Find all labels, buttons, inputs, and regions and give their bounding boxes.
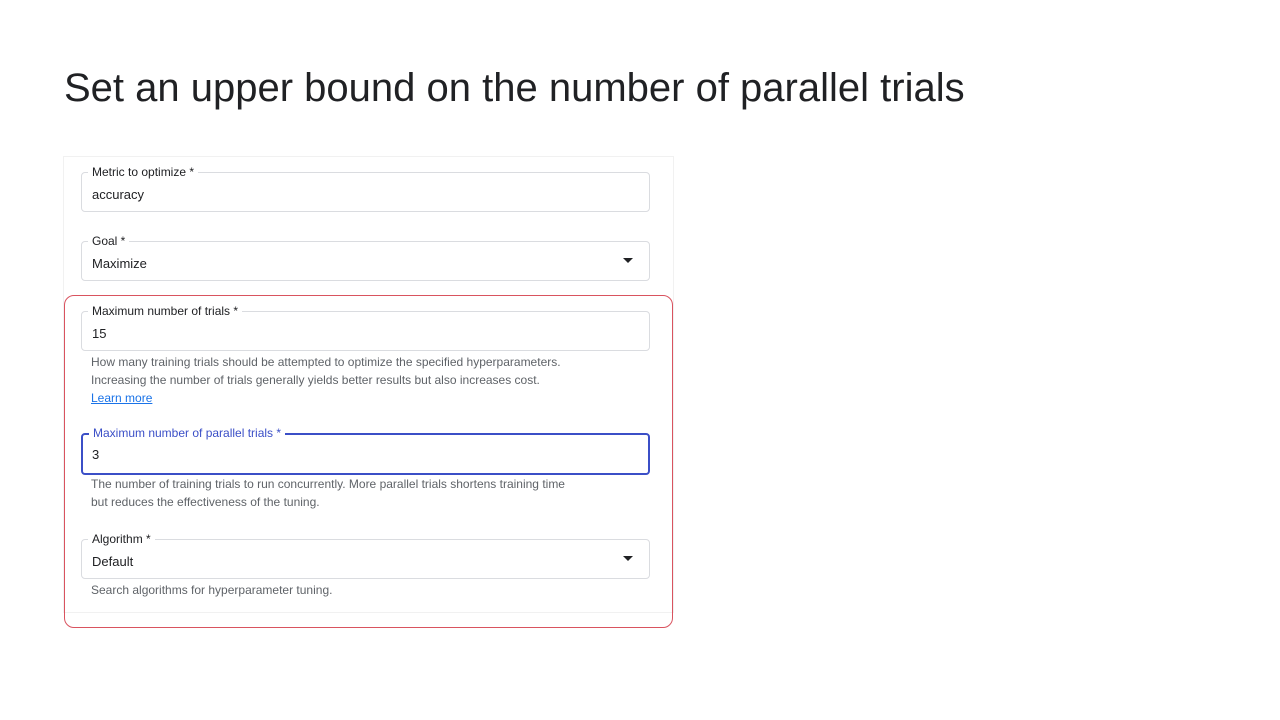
max-trials-help-1: How many training trials should be attem… bbox=[91, 355, 561, 369]
algorithm-help: Search algorithms for hyperparameter tun… bbox=[91, 583, 333, 597]
parallel-trials-field[interactable]: Maximum number of parallel trials * 3 bbox=[81, 426, 650, 475]
goal-value: Maximize bbox=[92, 256, 147, 271]
parallel-trials-value: 3 bbox=[92, 447, 100, 462]
algorithm-value: Default bbox=[92, 554, 134, 569]
goal-label: Goal * bbox=[88, 234, 130, 248]
max-trials-label: Maximum number of trials * bbox=[88, 304, 243, 318]
parallel-help-2: but reduces the effectiveness of the tun… bbox=[91, 495, 320, 509]
metric-value: accuracy bbox=[92, 187, 145, 202]
parallel-trials-label: Maximum number of parallel trials * bbox=[89, 426, 286, 440]
metric-label: Metric to optimize * bbox=[88, 165, 199, 179]
algorithm-select[interactable]: Algorithm * Default bbox=[81, 532, 650, 579]
max-trials-field[interactable]: Maximum number of trials * 15 bbox=[81, 304, 650, 351]
slide-title: Set an upper bound on the number of para… bbox=[64, 66, 965, 110]
max-trials-help-2: Increasing the number of trials generall… bbox=[91, 373, 540, 387]
dropdown-arrow-icon bbox=[623, 258, 633, 263]
metric-field[interactable]: Metric to optimize * accuracy bbox=[81, 165, 650, 212]
goal-select[interactable]: Goal * Maximize bbox=[81, 234, 650, 281]
dropdown-arrow-icon bbox=[623, 556, 633, 561]
learn-more-link[interactable]: Learn more bbox=[91, 391, 152, 405]
algorithm-label: Algorithm * bbox=[88, 532, 155, 546]
parallel-help-1: The number of training trials to run con… bbox=[91, 477, 565, 491]
max-trials-value: 15 bbox=[92, 326, 107, 341]
